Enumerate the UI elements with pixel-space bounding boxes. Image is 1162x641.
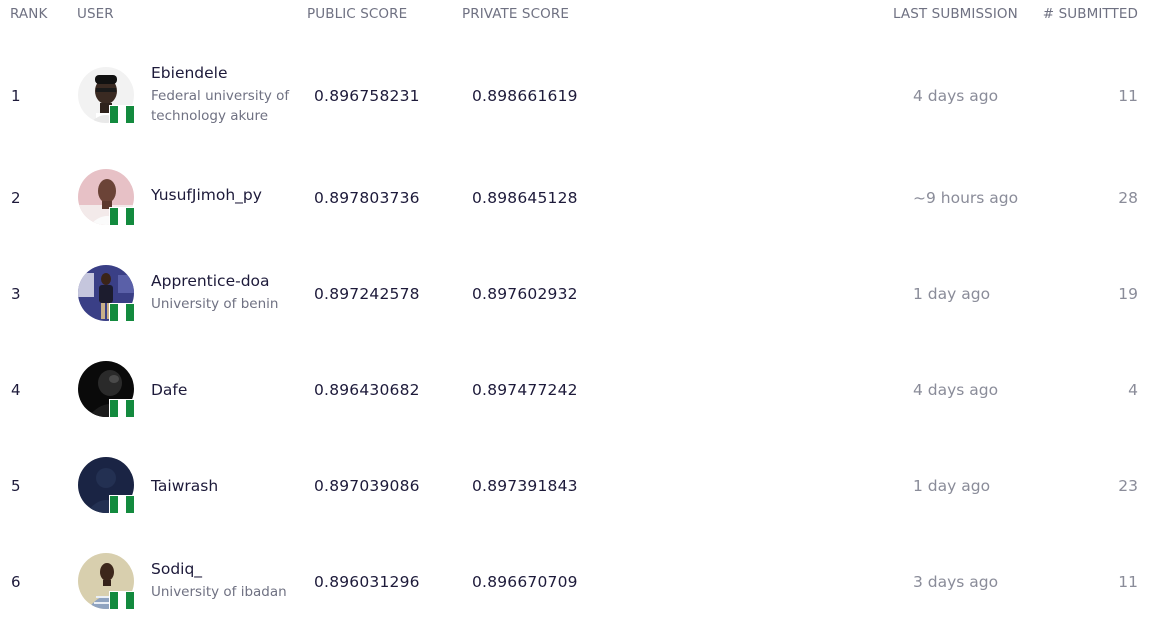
username-link[interactable]: Taiwrash xyxy=(151,477,301,495)
private-score: 0.898645128 xyxy=(472,189,578,207)
nigeria-flag-icon xyxy=(109,303,135,322)
user-cell: Taiwrash xyxy=(151,477,301,495)
nigeria-flag-icon xyxy=(109,207,135,226)
organization-text: University of ibadan xyxy=(151,584,287,600)
organization-text: University of benin xyxy=(151,296,279,312)
avatar[interactable] xyxy=(78,265,135,322)
rank-cell: 6 xyxy=(11,573,21,591)
username-link[interactable]: Ebiendele xyxy=(151,64,301,82)
last-submission: 3 days ago xyxy=(913,573,999,591)
user-cell: Dafe xyxy=(151,381,301,399)
table-row: 6 Sodiq_ University of ibadan 0.89603129… xyxy=(0,533,1162,629)
private-score: 0.897391843 xyxy=(472,477,578,495)
username-link[interactable]: Apprentice-doa xyxy=(151,272,301,290)
avatar[interactable] xyxy=(78,553,135,610)
last-submission: 1 day ago xyxy=(913,477,991,495)
public-score: 0.897242578 xyxy=(314,285,420,303)
private-score: 0.897602932 xyxy=(472,285,578,303)
submitted-count: 19 xyxy=(1118,285,1138,303)
user-cell: Sodiq_ University of ibadan xyxy=(151,560,301,602)
rank-cell: 5 xyxy=(11,477,21,495)
user-cell: Apprentice-doa University of benin xyxy=(151,272,301,314)
private-score: 0.898661619 xyxy=(472,87,578,105)
private-score: 0.897477242 xyxy=(472,381,578,399)
public-score: 0.897039086 xyxy=(314,477,420,495)
table-row: 3 Apprentice-doa University of benin 0.8… xyxy=(0,245,1162,341)
public-score: 0.896758231 xyxy=(314,87,420,105)
avatar[interactable] xyxy=(78,67,135,124)
avatar[interactable] xyxy=(78,169,135,226)
username-link[interactable]: Dafe xyxy=(151,381,301,399)
rank-cell: 3 xyxy=(11,285,21,303)
table-row: 2 YusufJimoh_py 0.897803736 0.898645128 … xyxy=(0,149,1162,245)
username-link[interactable]: Sodiq_ xyxy=(151,560,301,578)
organization-text: Federal university of technology akure xyxy=(151,88,290,124)
user-cell: Ebiendele Federal university of technolo… xyxy=(151,64,301,126)
user-cell: YusufJimoh_py xyxy=(151,186,301,204)
submitted-count: 4 xyxy=(1128,381,1138,399)
nigeria-flag-icon xyxy=(109,591,135,610)
table-row: 4 Dafe 0.896430682 0.897477242 4 days ag… xyxy=(0,341,1162,437)
table-row: 1 Ebiendele Federal university of techno… xyxy=(0,47,1162,143)
submitted-count: 11 xyxy=(1118,87,1138,105)
public-score: 0.896430682 xyxy=(314,381,420,399)
avatar[interactable] xyxy=(78,361,135,418)
rank-cell: 4 xyxy=(11,381,21,399)
rank-cell: 2 xyxy=(11,189,21,207)
last-submission: 4 days ago xyxy=(913,381,999,399)
leaderboard-table: 1 Ebiendele Federal university of techno… xyxy=(0,0,1162,641)
submitted-count: 11 xyxy=(1118,573,1138,591)
last-submission: 4 days ago xyxy=(913,87,999,105)
table-row: 5 Taiwrash 0.897039086 0.897391843 1 day… xyxy=(0,437,1162,533)
nigeria-flag-icon xyxy=(109,399,135,418)
last-submission: ~9 hours ago xyxy=(913,189,1019,207)
submitted-count: 23 xyxy=(1118,477,1138,495)
username-link[interactable]: YusufJimoh_py xyxy=(151,186,301,204)
public-score: 0.896031296 xyxy=(314,573,420,591)
nigeria-flag-icon xyxy=(109,495,135,514)
submitted-count: 28 xyxy=(1118,189,1138,207)
nigeria-flag-icon xyxy=(109,105,135,124)
rank-cell: 1 xyxy=(11,87,21,105)
private-score: 0.896670709 xyxy=(472,573,578,591)
last-submission: 1 day ago xyxy=(913,285,991,303)
avatar[interactable] xyxy=(78,457,135,514)
public-score: 0.897803736 xyxy=(314,189,420,207)
